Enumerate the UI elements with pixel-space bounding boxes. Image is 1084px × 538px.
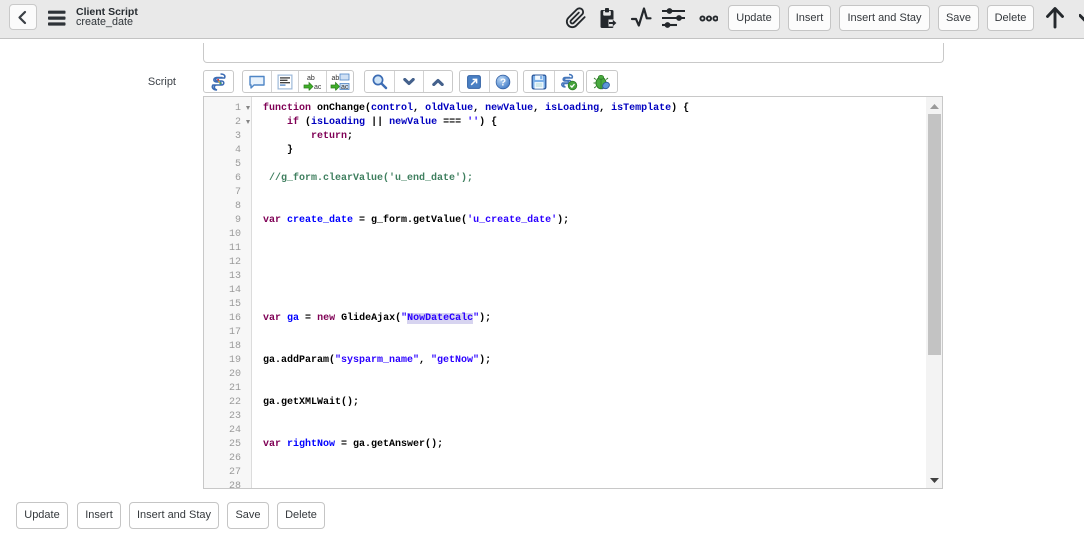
svg-text:ac: ac bbox=[314, 84, 321, 91]
svg-text:?: ? bbox=[500, 77, 506, 88]
svg-text:ab: ab bbox=[307, 75, 315, 82]
svg-text:ac: ac bbox=[341, 83, 349, 90]
svg-text:ab: ab bbox=[331, 75, 339, 82]
